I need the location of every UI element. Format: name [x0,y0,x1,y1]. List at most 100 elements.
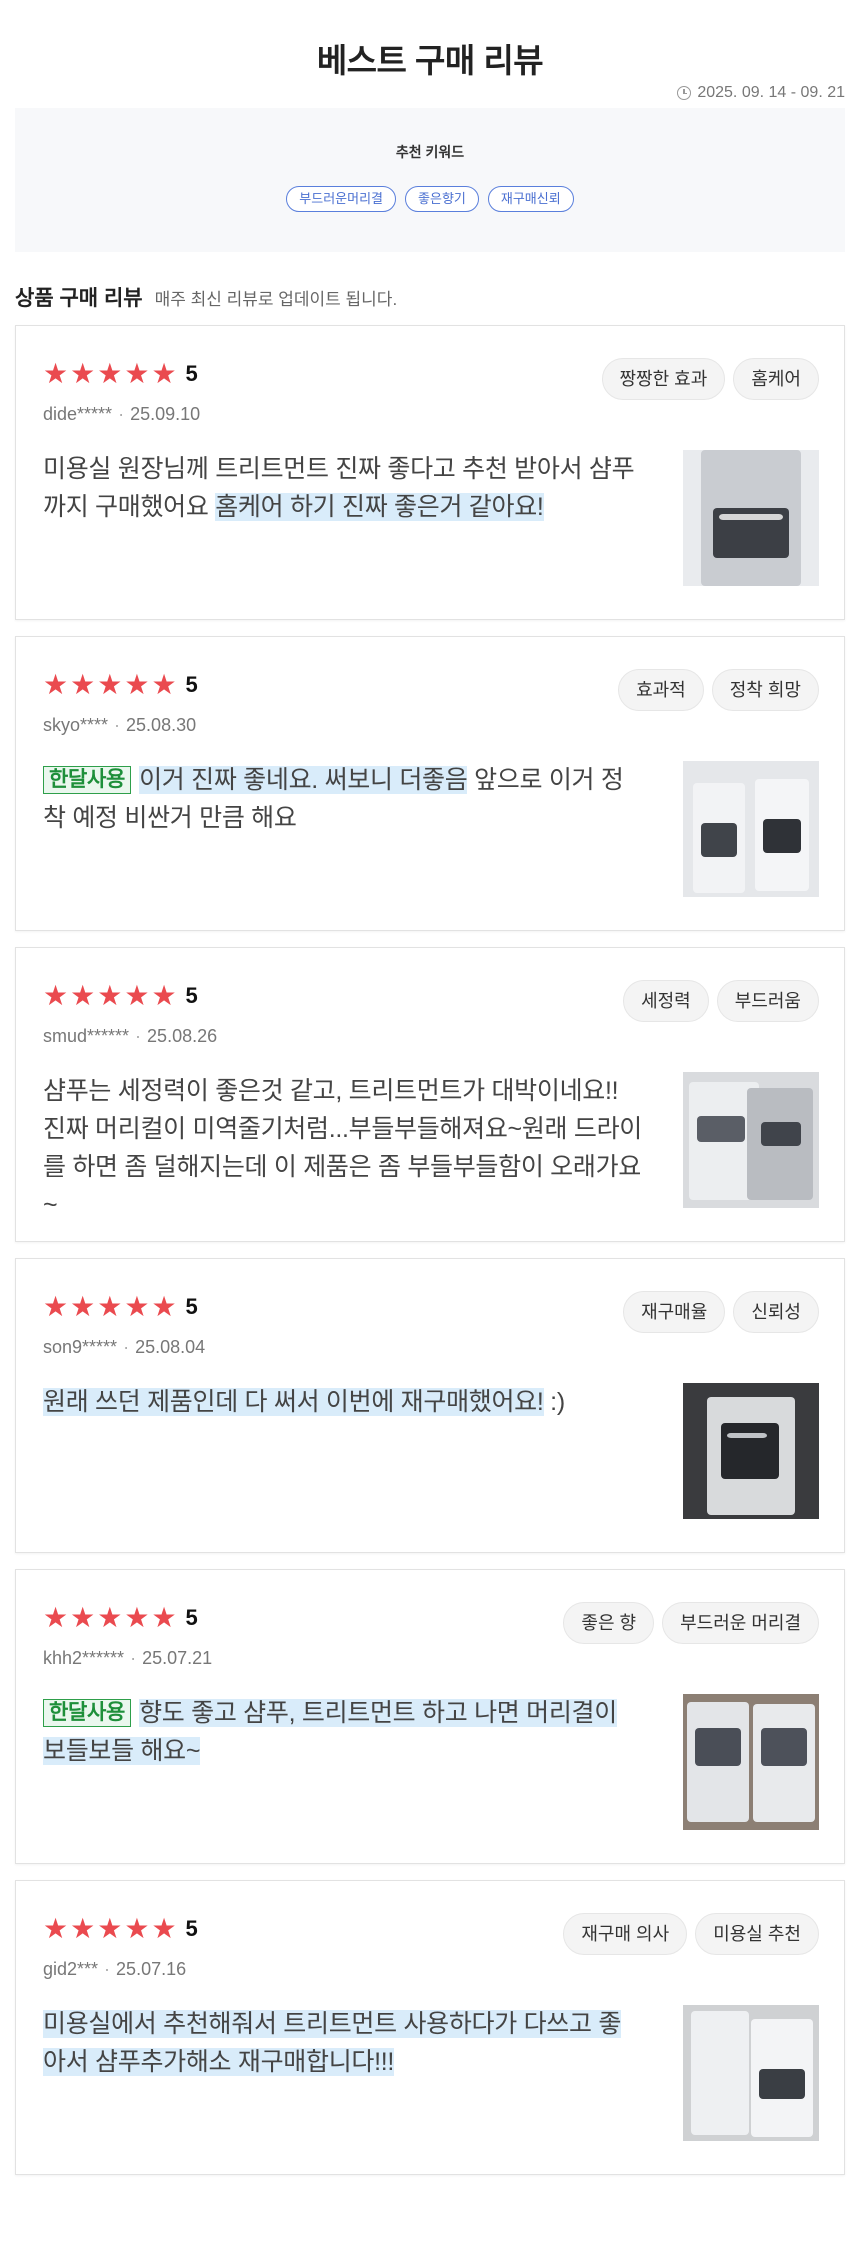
keyword-chip[interactable]: 부드러운머리결 [286,186,397,212]
star-rating: ★ ★ ★ ★ ★ [43,1604,177,1632]
review-card[interactable]: ★ ★ ★ ★ ★ 5 smud****** · 25.08.26 세정력 부드러움 샴푸는 세정력이… [15,947,845,1242]
keyword-chip[interactable]: 좋은향기 [405,186,479,212]
review-card[interactable]: ★ ★ ★ ★ ★ 5 dide***** · 25.09.10 짱짱한 효과 홈케어 미용실 원장님… [15,325,845,620]
reviewer-id: smud****** [43,1026,130,1046]
review-tag[interactable]: 세정력 [623,980,709,1022]
star-icon: ★ [70,1913,96,1944]
star-icon: ★ [97,1602,123,1633]
reviewer-id: gid2*** [43,1959,99,1979]
review-text: 한달사용 향도 좋고 샴푸, 트리트먼트 하고 나면 머리결이 보들보들 해요~ [43,1694,643,1770]
meta-separator: · [135,1026,142,1046]
rating-value: 5 [185,1916,198,1941]
review-tags: 효과적 정착 희망 [618,669,819,711]
star-icon: ★ [97,669,123,700]
star-icon: ★ [124,980,150,1011]
star-icon: ★ [151,1913,177,1944]
star-icon: ★ [124,669,150,700]
keyword-chip[interactable]: 재구매신뢰 [487,186,574,212]
review-card[interactable]: ★ ★ ★ ★ ★ 5 khh2****** · 25.07.21 좋은 향 부드러운 머리결한달사… [15,1569,845,1864]
meta-separator: · [114,715,121,735]
review-rating-row: ★ ★ ★ ★ ★ 5 [43,671,198,699]
review-card[interactable]: ★ ★ ★ ★ ★ 5 son9***** · 25.08.04 재구매율 신뢰성 원래 쓰던 제품인… [15,1258,845,1553]
review-tag[interactable]: 재구매 의사 [563,1913,688,1955]
date-range-row: 2025. 09. 14 - 09. 21 [15,80,845,106]
review-rating-row: ★ ★ ★ ★ ★ 5 [43,1604,198,1632]
review-tag[interactable]: 좋은 향 [563,1602,655,1644]
review-photo[interactable] [683,1072,819,1208]
rating-value: 5 [185,672,198,697]
review-tag[interactable]: 미용실 추천 [695,1913,819,1955]
reviewer-id: son9***** [43,1337,118,1357]
review-photo[interactable] [683,1694,819,1830]
review-card[interactable]: ★ ★ ★ ★ ★ 5 skyo**** · 25.08.30 효과적 정착 희망 한달사용 이거 진짜… [15,636,845,931]
star-icon: ★ [43,1602,69,1633]
star-icon: ★ [70,358,96,389]
review-date: 25.07.16 [116,1959,187,1979]
review-text-highlight: 이거 진짜 좋네요. 써보니 더좋음 [139,766,468,794]
star-icon: ★ [70,1291,96,1322]
review-photo[interactable] [683,450,819,586]
star-icon: ★ [124,1291,150,1322]
review-tag[interactable]: 짱짱한 효과 [601,358,726,400]
meta-separator: · [118,404,125,424]
review-text: 한달사용 이거 진짜 좋네요. 써보니 더좋음 앞으로 이거 정착 예정 비싼거 … [43,761,643,837]
review-text: 미용실에서 추천해줘서 트리트먼트 사용하다가 다쓰고 좋아서 샴푸추가해소 재… [43,2005,643,2081]
best-review-page: 베스트 구매 리뷰 2025. 09. 14 - 09. 21 추천 키워드 부… [0,0,860,2241]
review-tag[interactable]: 효과적 [618,669,704,711]
page-title: 베스트 구매 리뷰 [316,42,544,79]
star-icon: ★ [151,669,177,700]
rating-value: 5 [185,361,198,386]
review-tags: 세정력 부드러움 [623,980,819,1022]
review-tag[interactable]: 재구매율 [623,1291,726,1333]
review-tag[interactable]: 홈케어 [733,358,819,400]
star-rating: ★ ★ ★ ★ ★ [43,671,177,699]
review-tags: 재구매 의사 미용실 추천 [563,1913,819,1955]
review-photo[interactable] [683,761,819,897]
star-icon: ★ [151,358,177,389]
star-icon: ★ [70,980,96,1011]
review-meta: gid2*** · 25.07.16 [43,1959,186,1980]
star-icon: ★ [151,1602,177,1633]
star-icon: ★ [124,1602,150,1633]
star-icon: ★ [124,1913,150,1944]
star-icon: ★ [43,358,69,389]
review-text-highlight: 원래 쓰던 제품인데 다 써서 이번에 재구매했어요! [43,1388,544,1416]
date-range: 2025. 09. 14 - 09. 21 [697,84,845,101]
review-photo[interactable] [683,2005,819,2141]
review-text: 샴푸는 세정력이 좋은것 같고, 트리트먼트가 대박이네요!! 진짜 머리컬이 … [43,1072,643,1224]
review-tag[interactable]: 정착 희망 [711,669,819,711]
star-icon: ★ [97,1291,123,1322]
review-text: 원래 쓰던 제품인데 다 써서 이번에 재구매했어요! :) [43,1383,643,1421]
review-tags: 좋은 향 부드러운 머리결 [563,1602,819,1644]
review-text: 미용실 원장님께 트리트먼트 진짜 좋다고 추천 받아서 샴푸까지 구매했어요 … [43,450,643,526]
review-text-plain: 샴푸는 세정력이 좋은것 같고, 트리트먼트가 대박이네요!! 진짜 머리컬이 … [43,1077,642,1219]
usage-badge: 한달사용 [43,766,132,794]
star-rating: ★ ★ ★ ★ ★ [43,982,177,1010]
review-date: 25.08.26 [147,1026,218,1046]
review-tag[interactable]: 부드러움 [716,980,819,1022]
usage-badge: 한달사용 [43,1699,132,1727]
star-rating: ★ ★ ★ ★ ★ [43,360,177,388]
review-photo[interactable] [683,1383,819,1519]
review-tag[interactable]: 부드러운 머리결 [662,1602,819,1644]
star-icon: ★ [97,1913,123,1944]
star-icon: ★ [124,358,150,389]
section-subtitle: 매주 최신 리뷰로 업데이트 됩니다. [154,290,398,309]
star-rating: ★ ★ ★ ★ ★ [43,1293,177,1321]
star-icon: ★ [151,1291,177,1322]
review-text-highlight: 홈케어 하기 진짜 좋은거 같아요! [215,493,544,521]
review-rating-row: ★ ★ ★ ★ ★ 5 [43,1293,198,1321]
review-meta: khh2****** · 25.07.21 [43,1648,212,1669]
keyword-chip-list: 부드러운머리결 좋은향기 재구매신뢰 [286,186,574,212]
meta-separator: · [123,1337,130,1357]
star-icon: ★ [43,669,69,700]
review-card[interactable]: ★ ★ ★ ★ ★ 5 gid2*** · 25.07.16 재구매 의사 미용실 추천 미용실에서 … [15,1880,845,2175]
keywords-title: 추천 키워드 [395,144,465,160]
review-tags: 짱짱한 효과 홈케어 [601,358,819,400]
section-header: 상품 구매 리뷰 매주 최신 리뷰로 업데이트 됩니다. [15,282,845,312]
star-icon: ★ [97,980,123,1011]
star-icon: ★ [70,1602,96,1633]
review-tag[interactable]: 신뢰성 [733,1291,819,1333]
reviewer-id: khh2****** [43,1648,125,1668]
star-icon: ★ [97,358,123,389]
